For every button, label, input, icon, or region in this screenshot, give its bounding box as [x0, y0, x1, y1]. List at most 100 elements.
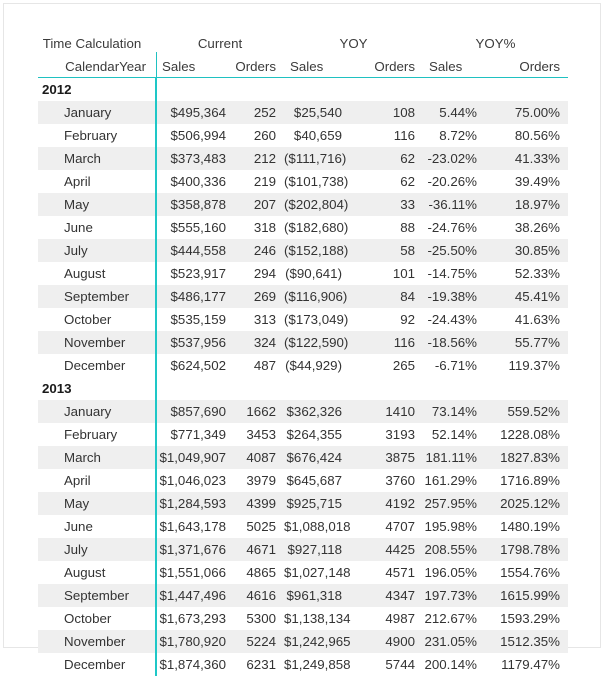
- cell-yoy-orders: 18.97%: [485, 193, 568, 216]
- matrix-header: Time Calculation Current YOY YOY% Calend…: [38, 30, 568, 78]
- matrix-year-row[interactable]: 2013: [38, 377, 568, 400]
- month-label: March: [38, 147, 156, 170]
- year-label: 2012: [38, 78, 156, 102]
- cell-current-orders: 252: [234, 101, 284, 124]
- matrix-row[interactable]: August$523,917294($90,641)101-14.75%52.3…: [38, 262, 568, 285]
- cell-yoy-sales: $1,138,134: [284, 607, 350, 630]
- cell-yoy-orders: 3193: [350, 423, 423, 446]
- column-header-current-orders[interactable]: Orders: [234, 52, 284, 78]
- group-header-yoy[interactable]: YOY: [284, 30, 423, 52]
- cell-yoy-orders: 1512.35%: [485, 630, 568, 653]
- cell-current-sales: $535,159: [156, 308, 234, 331]
- matrix-table: Time Calculation Current YOY YOY% Calend…: [38, 30, 568, 676]
- cell-yoy-orders: 559.52%: [485, 400, 568, 423]
- matrix-row[interactable]: March$373,483212($111,716)62-23.02%41.33…: [38, 147, 568, 170]
- row-header-label-top: Time Calculation: [38, 30, 156, 52]
- cell-yoy-sales: -18.56%: [423, 331, 485, 354]
- cell-yoy-orders: 4347: [350, 584, 423, 607]
- cell-current-orders: 219: [234, 170, 284, 193]
- month-label: September: [38, 285, 156, 308]
- matrix-row[interactable]: December$624,502487($44,929)265-6.71%119…: [38, 354, 568, 377]
- cell-yoy-orders: 92: [350, 308, 423, 331]
- cell-yoy-orders: 1827.83%: [485, 446, 568, 469]
- matrix-row[interactable]: July$1,371,6764671$927,1184425208.55%179…: [38, 538, 568, 561]
- cell-yoy-orders: 1410: [350, 400, 423, 423]
- column-header-yoypct-sales[interactable]: Sales: [423, 52, 485, 78]
- matrix-year-row[interactable]: 2012: [38, 78, 568, 102]
- cell-yoy-orders: 4707: [350, 515, 423, 538]
- matrix-row[interactable]: July$444,558246($152,188)58-25.50%30.85%: [38, 239, 568, 262]
- column-header-yoy-sales[interactable]: Sales: [284, 52, 350, 78]
- cell-current-orders: 1662: [234, 400, 284, 423]
- matrix-row[interactable]: February$771,3493453$264,355319352.14%12…: [38, 423, 568, 446]
- cell-current-sales: $373,483: [156, 147, 234, 170]
- cell-yoy-orders: 108: [350, 101, 423, 124]
- month-label: January: [38, 101, 156, 124]
- month-label: April: [38, 170, 156, 193]
- matrix-row[interactable]: November$1,780,9205224$1,242,9654900231.…: [38, 630, 568, 653]
- cell-yoy-orders: 58: [350, 239, 423, 262]
- matrix-row[interactable]: September$1,447,4964616$961,3184347197.7…: [38, 584, 568, 607]
- column-header-yoy-orders[interactable]: Orders: [350, 52, 423, 78]
- cell-current-sales: $1,447,496: [156, 584, 234, 607]
- cell-yoy-sales: 161.29%: [423, 469, 485, 492]
- cell-yoy-orders: 41.33%: [485, 147, 568, 170]
- cell-current-sales: $523,917: [156, 262, 234, 285]
- cell-current-sales: $624,502: [156, 354, 234, 377]
- cell-yoy-sales: 200.14%: [423, 653, 485, 676]
- matrix-row[interactable]: March$1,049,9074087$676,4243875181.11%18…: [38, 446, 568, 469]
- matrix-row[interactable]: October$1,673,2935300$1,138,1344987212.6…: [38, 607, 568, 630]
- cell-yoy-orders: 52.33%: [485, 262, 568, 285]
- matrix-row[interactable]: April$1,046,0233979$645,6873760161.29%17…: [38, 469, 568, 492]
- matrix-row[interactable]: January$495,364252$25,5401085.44%75.00%: [38, 101, 568, 124]
- matrix-row[interactable]: August$1,551,0664865$1,027,1484571196.05…: [38, 561, 568, 584]
- matrix-row[interactable]: February$506,994260$40,6591168.72%80.56%: [38, 124, 568, 147]
- cell-yoy-sales: ($152,188): [284, 239, 350, 262]
- matrix-row[interactable]: June$555,160318($182,680)88-24.76%38.26%: [38, 216, 568, 239]
- cell-current-sales: $857,690: [156, 400, 234, 423]
- matrix-row[interactable]: January$857,6901662$362,326141073.14%559…: [38, 400, 568, 423]
- column-header-current-sales[interactable]: Sales: [156, 52, 234, 78]
- cell-current-sales: $1,049,907: [156, 446, 234, 469]
- cell-current-orders: 313: [234, 308, 284, 331]
- month-label: January: [38, 400, 156, 423]
- cell-yoy-sales: $961,318: [284, 584, 350, 607]
- month-label: February: [38, 124, 156, 147]
- matrix-row[interactable]: November$537,956324($122,590)116-18.56%5…: [38, 331, 568, 354]
- cell-yoy-orders: 3760: [350, 469, 423, 492]
- row-header-label-bottom: CalendarYear: [38, 52, 156, 78]
- cell-current-orders: 3453: [234, 423, 284, 446]
- matrix-row[interactable]: June$1,643,1785025$1,088,0184707195.98%1…: [38, 515, 568, 538]
- cell-yoy-orders: 4192: [350, 492, 423, 515]
- cell-yoy-sales: $1,027,148: [284, 561, 350, 584]
- cell-yoy-orders: 5744: [350, 653, 423, 676]
- cell-yoy-sales: 208.55%: [423, 538, 485, 561]
- month-label: May: [38, 193, 156, 216]
- cell-yoy-orders: 1615.99%: [485, 584, 568, 607]
- cell-yoy-sales: 52.14%: [423, 423, 485, 446]
- cell-yoy-sales: -20.26%: [423, 170, 485, 193]
- cell-yoy-sales: [284, 377, 350, 400]
- cell-current-sales: $400,336: [156, 170, 234, 193]
- matrix-row[interactable]: September$486,177269($116,906)84-19.38%4…: [38, 285, 568, 308]
- matrix-row[interactable]: April$400,336219($101,738)62-20.26%39.49…: [38, 170, 568, 193]
- matrix-row[interactable]: December$1,874,3606231$1,249,8585744200.…: [38, 653, 568, 676]
- cell-yoy-orders: 1480.19%: [485, 515, 568, 538]
- matrix-row[interactable]: May$358,878207($202,804)33-36.11%18.97%: [38, 193, 568, 216]
- matrix-row[interactable]: May$1,284,5934399$925,7154192257.95%2025…: [38, 492, 568, 515]
- cell-yoy-orders: 30.85%: [485, 239, 568, 262]
- cell-current-sales: $555,160: [156, 216, 234, 239]
- cell-yoy-sales: [284, 78, 350, 102]
- matrix-row[interactable]: October$535,159313($173,049)92-24.43%41.…: [38, 308, 568, 331]
- cell-yoy-orders: [485, 377, 568, 400]
- cell-current-orders: 4087: [234, 446, 284, 469]
- column-header-yoypct-orders[interactable]: Orders: [485, 52, 568, 78]
- cell-yoy-orders: 45.41%: [485, 285, 568, 308]
- cell-yoy-orders: [350, 78, 423, 102]
- cell-current-sales: $1,643,178: [156, 515, 234, 538]
- cell-yoy-sales: ($101,738): [284, 170, 350, 193]
- group-header-yoy-pct[interactable]: YOY%: [423, 30, 568, 52]
- cell-yoy-sales: $645,687: [284, 469, 350, 492]
- cell-current-orders: 4399: [234, 492, 284, 515]
- group-header-current[interactable]: Current: [156, 30, 284, 52]
